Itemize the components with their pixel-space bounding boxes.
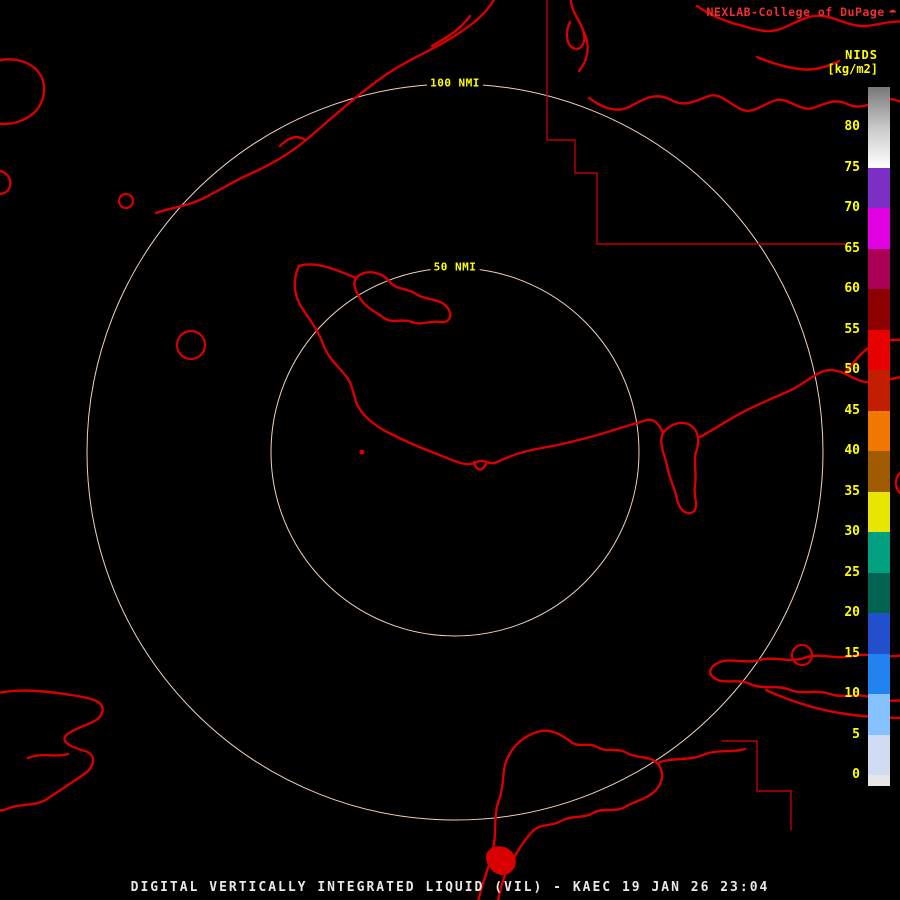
dense-coast-area [486, 846, 516, 875]
colorbar-segment [868, 248, 890, 289]
colorbar-segment [868, 613, 890, 654]
radar-viewer: 100 NMI 50 NMI NEXLAB-College of DuPage ☂… [0, 0, 900, 900]
colorbar-segment [868, 572, 890, 613]
coastline [894, 471, 900, 495]
range-ring [86, 83, 824, 821]
colorbar-segment [868, 491, 890, 532]
colorbar-segment [868, 289, 890, 330]
colorbar-segment [868, 532, 890, 573]
scale-units: [kg/m2] [827, 62, 878, 76]
lake-outline [790, 643, 814, 667]
colorbar-segment [868, 329, 890, 370]
colorbar-segment [868, 127, 890, 168]
colorbar [868, 86, 890, 786]
range-ring [270, 267, 640, 637]
header-brand: NEXLAB-College of DuPage ☂ [707, 5, 898, 19]
coastline [587, 94, 900, 112]
colorbar-segment [868, 653, 890, 694]
coastline [0, 169, 12, 196]
colorbar-segment [868, 694, 890, 735]
coastline [0, 58, 46, 126]
footer-caption: DIGITAL VERTICALLY INTEGRATED LIQUID (VI… [130, 880, 770, 895]
colorbar-segment [868, 451, 890, 492]
lake-outline [175, 329, 207, 361]
scale-title: NIDS [845, 48, 878, 62]
colorbar-segment [868, 86, 890, 127]
islet-dot [359, 449, 365, 455]
nexlab-logo-icon: ☂ [888, 4, 897, 20]
coastline [26, 752, 70, 760]
colorbar-segment [868, 208, 890, 249]
coastline [0, 689, 104, 812]
coastline [430, 14, 472, 48]
coastline [154, 0, 496, 215]
coastline [293, 264, 665, 466]
zone-boundary [722, 740, 792, 830]
lake-outline [117, 192, 135, 210]
colorbar-segment-below-zero [868, 775, 890, 786]
brand-text: NEXLAB-College of DuPage [706, 5, 885, 19]
zone-boundary [546, 0, 845, 245]
coastline [565, 0, 586, 51]
colorbar-segment [868, 370, 890, 411]
radar-map-canvas [0, 0, 900, 900]
colorbar-segment [868, 410, 890, 451]
colorbar-segment [868, 167, 890, 208]
colorbar-segment [868, 734, 890, 775]
coastline [660, 421, 700, 515]
coastline [297, 263, 358, 280]
coastline [353, 271, 452, 325]
